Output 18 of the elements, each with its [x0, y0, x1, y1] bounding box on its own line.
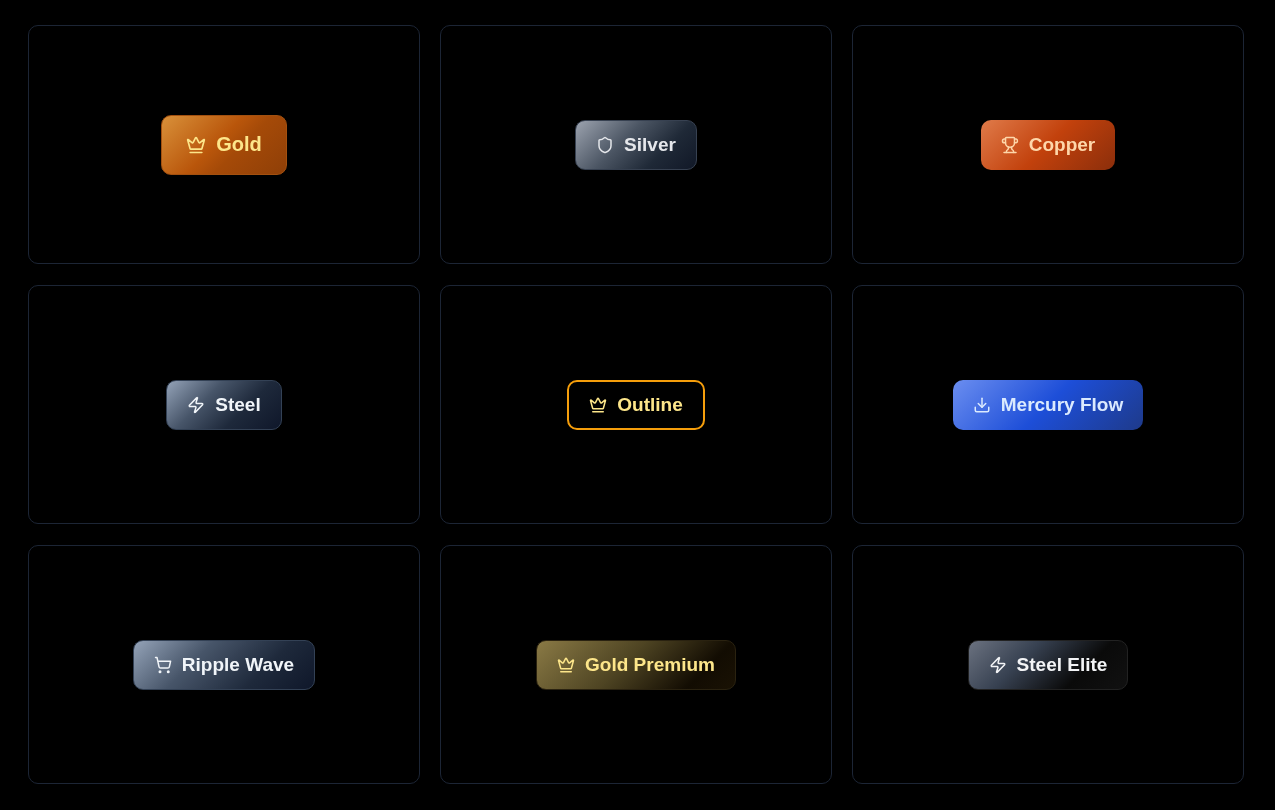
cart-icon — [153, 655, 172, 674]
metal-button[interactable]: Steel — [166, 379, 282, 430]
metal-button[interactable]: Ripple Wave — [132, 639, 316, 690]
metal-button[interactable]: Outline — [567, 379, 705, 430]
metal-button[interactable]: Mercury Flow — [952, 379, 1144, 430]
metal-button[interactable]: Gold Premium — [536, 639, 736, 690]
shield-icon — [596, 135, 615, 154]
metal-button[interactable]: Silver — [575, 119, 697, 170]
crown-icon — [589, 395, 608, 414]
lightning-icon — [988, 655, 1007, 674]
metal-button[interactable]: Steel Elite — [967, 639, 1129, 690]
crown-icon — [557, 655, 576, 674]
metal-button[interactable]: Copper — [980, 119, 1116, 170]
download-icon — [972, 395, 991, 414]
metal-button[interactable]: Gold — [161, 114, 287, 175]
trophy-icon — [1000, 135, 1019, 154]
crown-icon — [186, 134, 207, 155]
lightning-icon — [187, 395, 206, 414]
